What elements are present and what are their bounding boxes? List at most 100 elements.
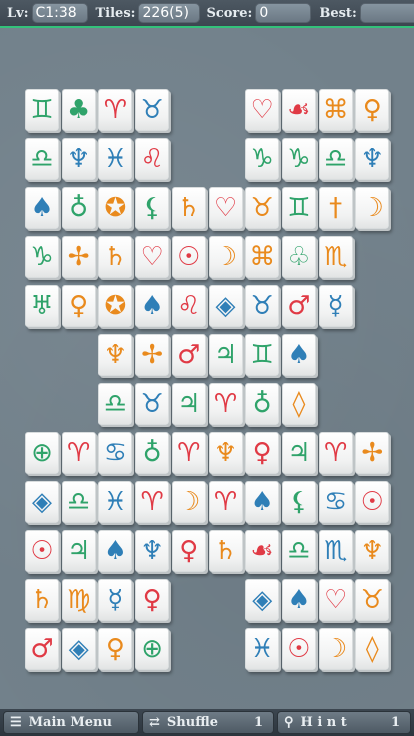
mahjong-tile[interactable]: ♉	[245, 285, 280, 327]
mahjong-tile[interactable]: ♠	[135, 285, 170, 327]
mahjong-tile[interactable]: ◈	[25, 481, 59, 523]
mahjong-tile[interactable]: ⌘	[245, 236, 280, 278]
mahjong-tile[interactable]: ♠	[98, 530, 133, 572]
mahjong-tile[interactable]: ♑	[281, 138, 316, 180]
mahjong-tile[interactable]: ✪	[98, 187, 133, 229]
mahjong-tile[interactable]: ♡	[245, 89, 280, 131]
mahjong-tile[interactable]: ♎	[61, 481, 96, 523]
mahjong-tile[interactable]: ♡	[135, 236, 170, 278]
mahjong-tile[interactable]: ♈	[208, 383, 243, 425]
mahjong-tile[interactable]: ☽	[318, 628, 353, 670]
mahjong-tile[interactable]: ✪	[98, 285, 133, 327]
mahjong-tile[interactable]: ☿	[318, 285, 353, 327]
mahjong-tile[interactable]: ♑	[25, 236, 59, 278]
main-menu-button[interactable]: ☰ Main Menu	[3, 711, 139, 734]
mahjong-tile[interactable]: ☽	[355, 187, 390, 229]
mahjong-tile[interactable]: ♈	[135, 481, 170, 523]
mahjong-tile[interactable]: ♀	[245, 432, 280, 474]
mahjong-tile[interactable]: ♧	[281, 236, 316, 278]
mahjong-tile[interactable]: ☽	[171, 481, 206, 523]
mahjong-tile[interactable]: ♃	[61, 530, 96, 572]
mahjong-tile[interactable]: ✢	[61, 236, 96, 278]
mahjong-tile[interactable]: ◈	[61, 628, 96, 670]
mahjong-tile[interactable]: ♌	[171, 285, 206, 327]
mahjong-tile[interactable]: ♀	[98, 628, 133, 670]
mahjong-tile[interactable]: ♅	[25, 285, 59, 327]
mahjong-tile[interactable]: ♄	[25, 579, 59, 621]
mahjong-tile[interactable]: ♏	[318, 236, 353, 278]
mahjong-tile[interactable]: ♂	[281, 285, 316, 327]
mahjong-tile[interactable]: ♉	[135, 89, 170, 131]
mahjong-tile[interactable]: ♋	[318, 481, 353, 523]
mahjong-tile[interactable]: ♆	[355, 530, 390, 572]
mahjong-tile[interactable]: ♀	[135, 579, 170, 621]
mahjong-tile[interactable]: ♁	[245, 383, 280, 425]
mahjong-tile[interactable]: ♀	[171, 530, 206, 572]
mahjong-tile[interactable]: ♎	[98, 383, 133, 425]
mahjong-tile[interactable]: ♡	[318, 579, 353, 621]
mahjong-tile[interactable]: ⌘	[318, 89, 353, 131]
mahjong-tile[interactable]: ♣	[61, 89, 96, 131]
mahjong-tile[interactable]: ♃	[281, 432, 316, 474]
mahjong-tile[interactable]: ♠	[281, 579, 316, 621]
mahjong-tile[interactable]: ◈	[245, 579, 280, 621]
mahjong-tile[interactable]: ♆	[98, 334, 133, 376]
mahjong-tile[interactable]: ♈	[98, 89, 133, 131]
mahjong-tile[interactable]: ♁	[61, 187, 96, 229]
mahjong-tile[interactable]: ♠	[245, 481, 280, 523]
mahjong-tile[interactable]: ♆	[208, 432, 243, 474]
mahjong-tile[interactable]: †	[318, 187, 353, 229]
mahjong-tile[interactable]: ♎	[25, 138, 59, 180]
mahjong-tile[interactable]: ◊	[355, 628, 390, 670]
mahjong-tile[interactable]: ♈	[61, 432, 96, 474]
mahjong-tile[interactable]: ♄	[98, 236, 133, 278]
mahjong-tile[interactable]: ☿	[98, 579, 133, 621]
mahjong-tile[interactable]: ◊	[281, 383, 316, 425]
mahjong-tile[interactable]: ♓	[98, 481, 133, 523]
mahjong-tile[interactable]: ⊕	[25, 432, 59, 474]
mahjong-tile[interactable]: ♄	[208, 530, 243, 572]
mahjong-tile[interactable]: ☉	[281, 628, 316, 670]
mahjong-tile[interactable]: ♆	[61, 138, 96, 180]
mahjong-tile[interactable]: ☙	[245, 530, 280, 572]
mahjong-tile[interactable]: ♋	[98, 432, 133, 474]
mahjong-tile[interactable]: ♓	[98, 138, 133, 180]
mahjong-tile[interactable]: ⚸	[135, 187, 170, 229]
mahjong-tile[interactable]: ♎	[281, 530, 316, 572]
mahjong-tile[interactable]: ♀	[61, 285, 96, 327]
mahjong-tile[interactable]: ✢	[355, 432, 390, 474]
mahjong-tile[interactable]: ♡	[208, 187, 243, 229]
mahjong-tile[interactable]: ♓	[245, 628, 280, 670]
mahjong-tile[interactable]: ⊕	[135, 628, 170, 670]
mahjong-tile[interactable]: ♌	[135, 138, 170, 180]
mahjong-tile[interactable]: ♈	[171, 432, 206, 474]
mahjong-tile[interactable]: ♆	[355, 138, 390, 180]
mahjong-tile[interactable]: ♉	[355, 579, 390, 621]
mahjong-tile[interactable]: ♃	[208, 334, 243, 376]
mahjong-tile[interactable]: ♈	[318, 432, 353, 474]
mahjong-tile[interactable]: ☉	[171, 236, 206, 278]
mahjong-tile[interactable]: ♊	[25, 89, 59, 131]
mahjong-tile[interactable]: ♍	[61, 579, 96, 621]
mahjong-tile[interactable]: ☉	[25, 530, 59, 572]
mahjong-tile[interactable]: ☙	[281, 89, 316, 131]
mahjong-tile[interactable]: ⚸	[281, 481, 316, 523]
mahjong-tile[interactable]: ♉	[135, 383, 170, 425]
mahjong-tile[interactable]: ♁	[135, 432, 170, 474]
mahjong-tile[interactable]: ♏	[318, 530, 353, 572]
mahjong-tile[interactable]: ☽	[208, 236, 243, 278]
mahjong-tile[interactable]: ♀	[355, 89, 390, 131]
mahjong-tile[interactable]: ◈	[208, 285, 243, 327]
mahjong-tile[interactable]: ♂	[25, 628, 59, 670]
mahjong-tile[interactable]: ♊	[245, 334, 280, 376]
mahjong-tile[interactable]: ♠	[281, 334, 316, 376]
mahjong-tile[interactable]: ✢	[135, 334, 170, 376]
hint-button[interactable]: ⚲ H i n t 1	[277, 711, 411, 734]
mahjong-tile[interactable]: ♑	[245, 138, 280, 180]
shuffle-button[interactable]: ⇄ Shuffle 1	[142, 711, 274, 734]
mahjong-tile[interactable]: ♠	[25, 187, 59, 229]
mahjong-tile[interactable]: ♂	[171, 334, 206, 376]
mahjong-tile[interactable]: ♆	[135, 530, 170, 572]
mahjong-tile[interactable]: ☉	[355, 481, 390, 523]
mahjong-tile[interactable]: ♉	[245, 187, 280, 229]
